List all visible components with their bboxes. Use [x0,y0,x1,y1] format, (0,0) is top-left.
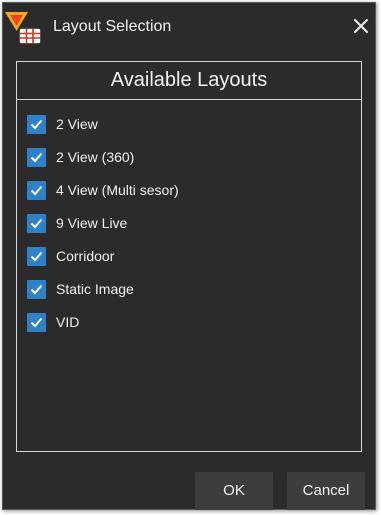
layout-item-label: 2 View (360) [56,149,135,165]
close-icon[interactable] [350,15,372,37]
window-title: Layout Selection [53,18,172,35]
layout-item-2-view[interactable]: 2 View [27,112,98,136]
checkbox[interactable] [27,114,46,134]
layout-item-label: Corridoor [56,248,115,264]
layout-item-9-view-live[interactable]: 9 View Live [27,211,127,235]
layout-item-label: Static Image [56,281,134,297]
checkmark-icon [30,119,43,129]
layout-item-vid[interactable]: VID [27,310,79,334]
panel-header: Available Layouts [17,62,361,100]
layout-item-label: 2 View [56,116,98,132]
checkbox[interactable] [27,312,46,332]
checkmark-icon [30,218,43,228]
checkbox[interactable] [27,147,46,167]
ok-button[interactable]: OK [195,472,273,510]
checkmark-icon [30,317,43,327]
layout-item-2-view-360[interactable]: 2 View (360) [27,145,134,169]
available-layouts-panel: Available Layouts 2 View 2 View (360) 4 … [16,61,362,452]
checkbox[interactable] [27,246,46,266]
checkmark-icon [30,152,43,162]
checkmark-icon [30,185,43,195]
layout-item-label: 9 View Live [56,215,128,231]
checkbox[interactable] [27,279,46,299]
checkmark-icon [30,284,43,294]
layout-item-label: VID [56,314,80,330]
layout-item-static-image[interactable]: Static Image [27,277,134,301]
title-bar: Layout Selection [3,3,375,51]
layout-item-corridoor[interactable]: Corridoor [27,244,114,268]
layout-selection-dialog: Layout Selection Available Layouts 2 Vie… [2,2,376,510]
checkbox[interactable] [27,180,46,200]
layout-item-4-view-multi-sensor[interactable]: 4 View (Multi sesor) [27,178,179,202]
cancel-button[interactable]: Cancel [287,472,365,510]
checkbox[interactable] [27,213,46,233]
app-logo-icon [5,12,41,44]
checkmark-icon [30,251,43,261]
layout-item-label: 4 View (Multi sesor) [56,182,179,198]
